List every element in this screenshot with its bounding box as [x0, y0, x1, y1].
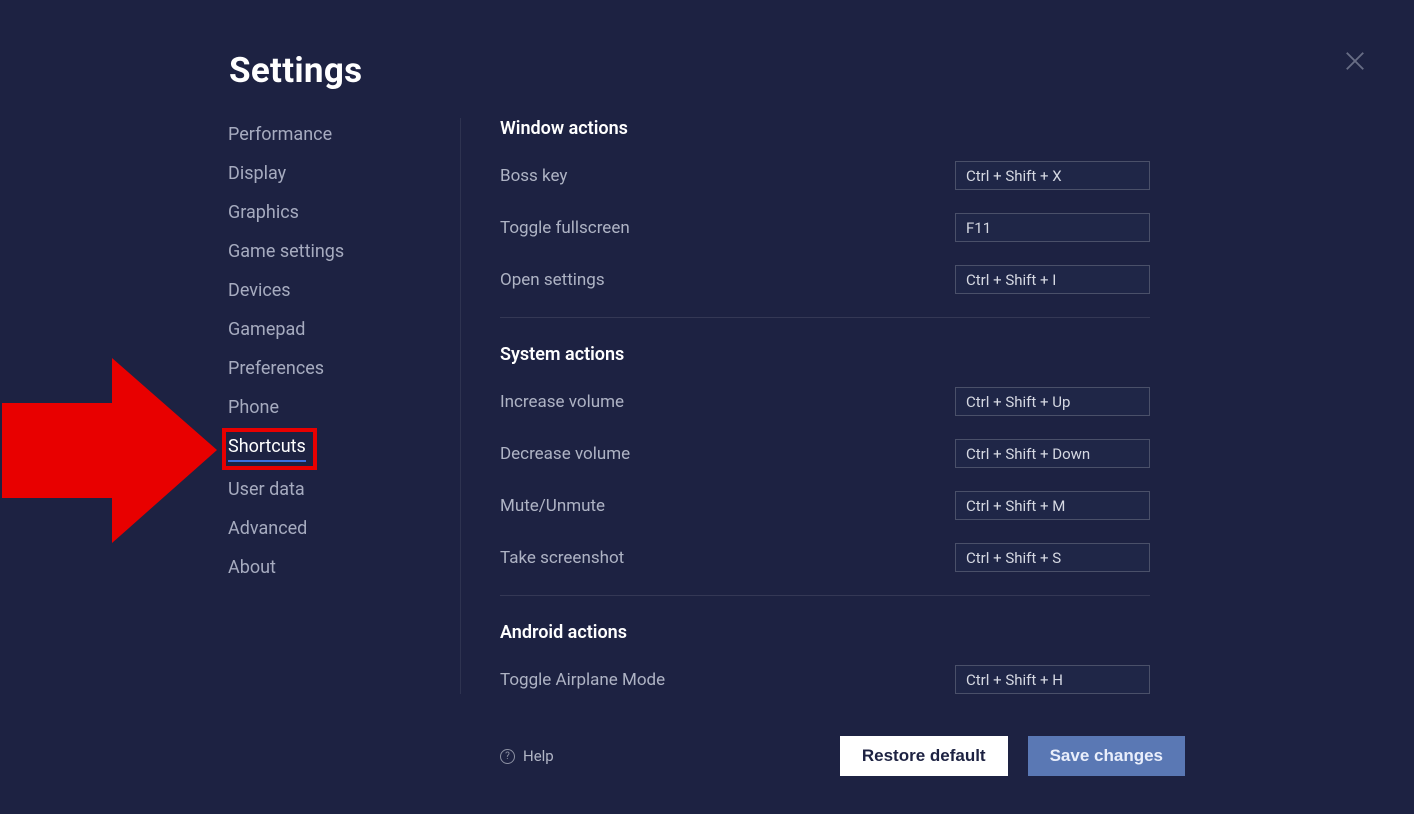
section-divider	[500, 317, 1150, 318]
help-link[interactable]: ? Help	[500, 747, 554, 765]
sidebar-item-gamepad[interactable]: Gamepad	[228, 319, 305, 341]
shortcut-input-open-settings[interactable]: Ctrl + Shift + I	[955, 265, 1150, 294]
shortcut-row: Decrease volume Ctrl + Shift + Down	[500, 439, 1150, 468]
close-button[interactable]	[1344, 50, 1366, 72]
settings-content: Window actions Boss key Ctrl + Shift + X…	[500, 118, 1150, 694]
sidebar-item-phone[interactable]: Phone	[228, 397, 279, 419]
section-title-android-actions: Android actions	[500, 622, 1150, 643]
help-icon: ?	[500, 749, 515, 764]
shortcut-row: Boss key Ctrl + Shift + X	[500, 161, 1150, 190]
shortcut-row: Toggle Airplane Mode Ctrl + Shift + H	[500, 665, 1150, 694]
shortcut-input-boss-key[interactable]: Ctrl + Shift + X	[955, 161, 1150, 190]
close-icon	[1344, 50, 1366, 72]
shortcut-input-take-screenshot[interactable]: Ctrl + Shift + S	[955, 543, 1150, 572]
shortcut-label-decrease-volume: Decrease volume	[500, 444, 630, 464]
restore-default-button[interactable]: Restore default	[840, 736, 1008, 776]
sidebar-item-performance[interactable]: Performance	[228, 124, 332, 146]
shortcut-label-boss-key: Boss key	[500, 166, 567, 186]
save-changes-button[interactable]: Save changes	[1028, 736, 1185, 776]
shortcut-input-decrease-volume[interactable]: Ctrl + Shift + Down	[955, 439, 1150, 468]
shortcut-label-increase-volume: Increase volume	[500, 392, 624, 412]
help-label: Help	[523, 747, 554, 765]
sidebar-item-user-data[interactable]: User data	[228, 479, 305, 501]
sidebar-item-about[interactable]: About	[228, 557, 276, 579]
section-title-system-actions: System actions	[500, 344, 1150, 365]
sidebar-item-game-settings[interactable]: Game settings	[228, 241, 344, 263]
sidebar-item-display[interactable]: Display	[228, 163, 286, 185]
shortcut-label-toggle-fullscreen: Toggle fullscreen	[500, 218, 630, 238]
shortcut-row: Open settings Ctrl + Shift + I	[500, 265, 1150, 294]
shortcut-input-mute-unmute[interactable]: Ctrl + Shift + M	[955, 491, 1150, 520]
shortcut-row: Take screenshot Ctrl + Shift + S	[500, 543, 1150, 572]
sidebar-item-devices[interactable]: Devices	[228, 280, 291, 302]
section-divider	[500, 595, 1150, 596]
shortcut-label-take-screenshot: Take screenshot	[500, 548, 624, 568]
shortcut-label-mute-unmute: Mute/Unmute	[500, 496, 605, 516]
shortcut-input-toggle-fullscreen[interactable]: F11	[955, 213, 1150, 242]
shortcut-input-increase-volume[interactable]: Ctrl + Shift + Up	[955, 387, 1150, 416]
page-title: Settings	[229, 50, 362, 91]
sidebar-item-preferences[interactable]: Preferences	[228, 358, 324, 380]
shortcut-row: Mute/Unmute Ctrl + Shift + M	[500, 491, 1150, 520]
shortcut-row: Toggle fullscreen F11	[500, 213, 1150, 242]
shortcut-label-airplane-mode: Toggle Airplane Mode	[500, 670, 665, 690]
annotation-arrow-icon	[2, 358, 222, 548]
section-title-window-actions: Window actions	[500, 118, 1150, 139]
shortcut-label-open-settings: Open settings	[500, 270, 605, 290]
shortcut-row: Increase volume Ctrl + Shift + Up	[500, 387, 1150, 416]
shortcut-input-airplane-mode[interactable]: Ctrl + Shift + H	[955, 665, 1150, 694]
footer-bar: ? Help Restore default Save changes	[500, 736, 1185, 776]
sidebar-item-shortcuts[interactable]: Shortcuts	[228, 436, 306, 462]
sidebar-item-advanced[interactable]: Advanced	[228, 518, 307, 540]
vertical-divider	[460, 118, 461, 694]
sidebar-item-graphics[interactable]: Graphics	[228, 202, 299, 224]
settings-sidebar: Performance Display Graphics Game settin…	[228, 124, 448, 579]
